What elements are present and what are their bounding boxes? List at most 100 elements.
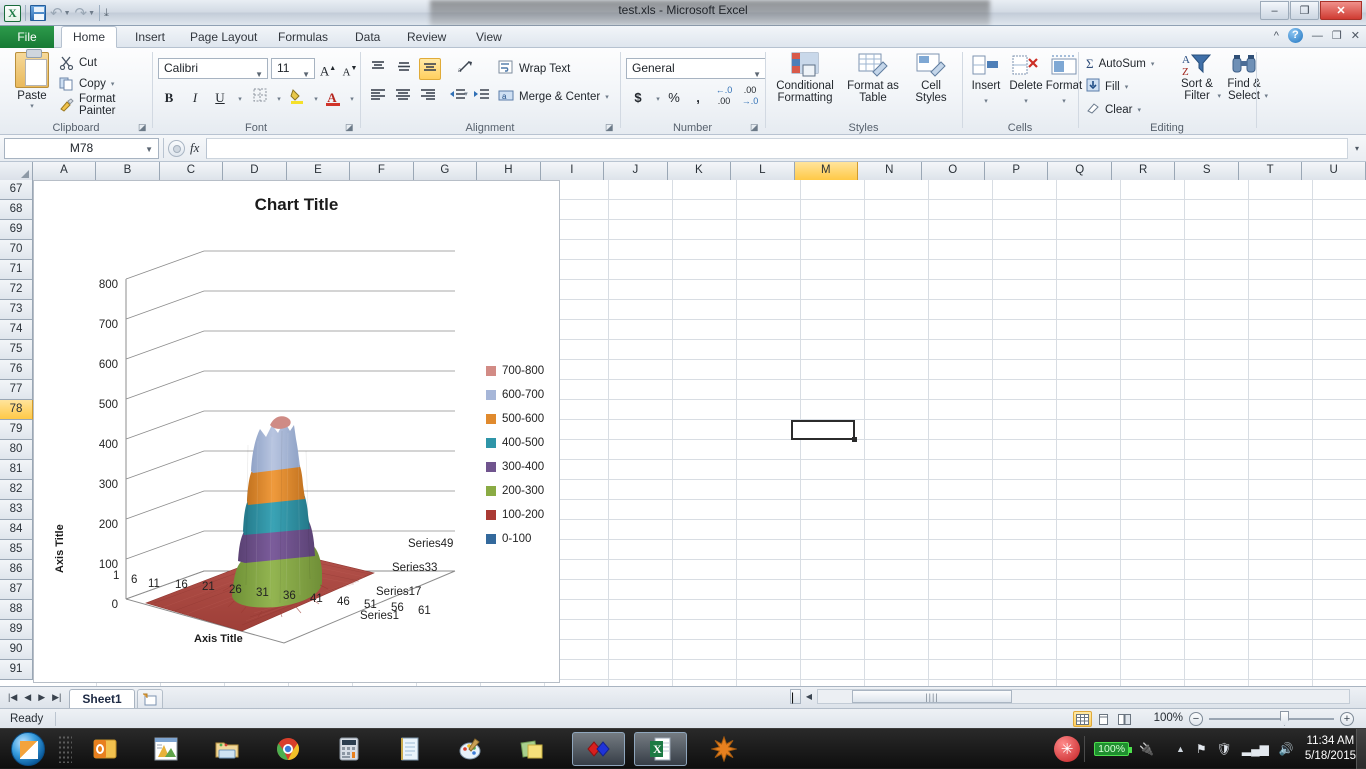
row-header-69[interactable]: 69 (0, 220, 33, 240)
tray-app-icon[interactable]: ✳ (1054, 736, 1081, 762)
tab-file[interactable]: File (0, 26, 54, 48)
grow-font-button[interactable]: A▲ (317, 58, 339, 80)
italic-button[interactable]: I (184, 86, 206, 108)
row-header-77[interactable]: 77 (0, 380, 33, 400)
clear-button[interactable]: Clear ▾ (1083, 99, 1144, 120)
zoom-track[interactable] (1209, 711, 1334, 726)
tab-data[interactable]: Data (344, 26, 391, 48)
legend-item[interactable]: 400-500 (486, 431, 544, 455)
taskbar-outlook[interactable] (78, 732, 131, 766)
increase-decimal-button[interactable]: ←.0.00 (713, 84, 735, 106)
column-header-m[interactable]: M (794, 162, 859, 180)
align-top-button[interactable] (367, 58, 389, 80)
tab-insert[interactable]: Insert (124, 26, 176, 48)
decrease-indent-button[interactable] (447, 86, 469, 108)
page-layout-view-button[interactable] (1094, 711, 1113, 727)
sort-filter-button[interactable]: A Z Sort & Filter ▾ (1175, 52, 1221, 102)
chevron-down-icon[interactable]: ▼ (302, 65, 310, 84)
column-header-o[interactable]: O (921, 162, 985, 180)
increase-indent-button[interactable] (471, 86, 493, 108)
column-header-g[interactable]: G (413, 162, 478, 180)
row-header-73[interactable]: 73 (0, 300, 33, 320)
taskbar-sticky-notes[interactable] (505, 732, 558, 766)
decrease-decimal-button[interactable]: .00 →.0 (739, 84, 761, 106)
row-header-79[interactable]: 79 (0, 420, 33, 440)
align-center-button[interactable] (392, 86, 414, 108)
legend-item[interactable]: 0-100 (486, 527, 544, 551)
chevron-down-icon[interactable]: ▼ (753, 65, 761, 84)
chevron-down-icon[interactable]: ▼ (145, 145, 153, 154)
hscroll-thumb[interactable]: |||| (852, 690, 1012, 703)
taskbar-grip[interactable] (58, 735, 72, 763)
row-header-89[interactable]: 89 (0, 620, 33, 640)
chevron-down-icon[interactable]: ▼ (255, 65, 263, 84)
column-header-l[interactable]: L (731, 162, 795, 180)
orientation-button[interactable]: a ▾ (453, 58, 479, 98)
cell-styles-button[interactable]: Cell Styles (905, 52, 957, 104)
row-header-68[interactable]: 68 (0, 200, 33, 220)
merge-center-button[interactable]: a Merge & Center ▾ (495, 86, 612, 107)
selected-cell[interactable] (791, 420, 857, 442)
formula-input[interactable] (206, 137, 1348, 159)
clock[interactable]: 11:34 AM 5/18/2015 (1305, 734, 1356, 764)
percent-button[interactable]: % (663, 86, 685, 108)
column-header-e[interactable]: E (286, 162, 351, 180)
chevron-down-icon[interactable]: ▾ (1264, 92, 1268, 100)
bold-button[interactable]: B (158, 86, 180, 108)
close-button[interactable]: ✕ (1320, 1, 1362, 20)
insert-worksheet-button[interactable] (136, 689, 163, 708)
align-bottom-button[interactable] (419, 58, 441, 80)
taskbar-calculator[interactable] (322, 732, 375, 766)
row-header-67[interactable]: 67 (0, 180, 33, 200)
column-header-u[interactable]: U (1302, 162, 1366, 180)
column-header-f[interactable]: F (350, 162, 414, 180)
prev-sheet-button[interactable]: ◀ (24, 692, 31, 703)
chevron-down-icon[interactable]: ▾ (1024, 98, 1028, 105)
taskbar-chrome[interactable] (261, 732, 314, 766)
network-icon[interactable]: ▂▄▆ (1242, 742, 1269, 756)
zoom-thumb[interactable] (1280, 711, 1289, 726)
currency-button[interactable]: $ (627, 86, 649, 108)
hscroll-track[interactable]: |||| (817, 689, 1350, 704)
restore-button[interactable]: ❐ (1290, 1, 1319, 20)
select-all-button[interactable] (0, 162, 33, 180)
column-header-d[interactable]: D (223, 162, 287, 180)
shrink-font-button[interactable]: A▼ (339, 58, 361, 80)
legend-item[interactable]: 700-800 (486, 359, 544, 383)
paste-button[interactable]: Paste ▾ (8, 49, 56, 110)
autosum-button[interactable]: Σ AutoSum ▾ (1083, 53, 1157, 74)
system-tray[interactable]: ✳ 100% 🔌 ▲ ⚑ 🛡 ▂▄▆ 🔊 11:34 AM 5/18/2015 (1054, 729, 1366, 769)
chevron-down-icon[interactable]: ▾ (1062, 98, 1066, 105)
legend-item[interactable]: 200-300 (486, 479, 544, 503)
wrap-text-button[interactable]: Wrap Text (495, 58, 573, 79)
chevron-down-icon[interactable]: ▾ (1125, 83, 1129, 91)
comma-button[interactable]: , (687, 86, 709, 108)
taskbar-mathematica[interactable] (697, 732, 750, 766)
row-headers[interactable]: 67 68 69 70 71 72 73 74 75 76 77 78 79 80 81 82 83 84 85 86… (0, 180, 33, 680)
format-as-table-button[interactable]: Format as Table (844, 52, 902, 104)
align-left-button[interactable] (367, 86, 389, 108)
row-header-72[interactable]: 72 (0, 280, 33, 300)
workbook-minimize-icon[interactable]: — (1312, 30, 1323, 42)
font-dialog-launcher[interactable]: ◪ (345, 122, 356, 133)
column-headers[interactable]: ABCDEFGHIJKLMNOPQRSTU (0, 162, 1366, 180)
find-select-button[interactable]: Find & Select ▾ (1222, 52, 1268, 102)
view-buttons[interactable] (1073, 711, 1134, 727)
last-sheet-button[interactable]: ▶| (52, 692, 61, 703)
column-header-j[interactable]: J (604, 162, 668, 180)
insert-function-button[interactable] (168, 139, 185, 157)
row-header-91[interactable]: 91 (0, 660, 33, 680)
column-header-a[interactable]: A (32, 162, 97, 180)
next-sheet-button[interactable]: ▶ (38, 692, 45, 703)
chevron-down-icon[interactable]: ▾ (1137, 106, 1141, 114)
scroll-left-button[interactable]: ◀ (801, 689, 817, 704)
font-color-button[interactable]: A (321, 86, 343, 108)
zoom-slider[interactable]: − + (1189, 711, 1354, 727)
sheet-nav-buttons[interactable]: |◀ ◀ ▶ ▶| (0, 692, 69, 703)
format-painter-button[interactable]: Format Painter (56, 93, 152, 117)
legend-item[interactable]: 300-400 (486, 455, 544, 479)
align-right-button[interactable] (417, 86, 439, 108)
row-header-83[interactable]: 83 (0, 500, 33, 520)
column-header-n[interactable]: N (858, 162, 922, 180)
name-box[interactable]: M78 ▼ (4, 137, 159, 159)
